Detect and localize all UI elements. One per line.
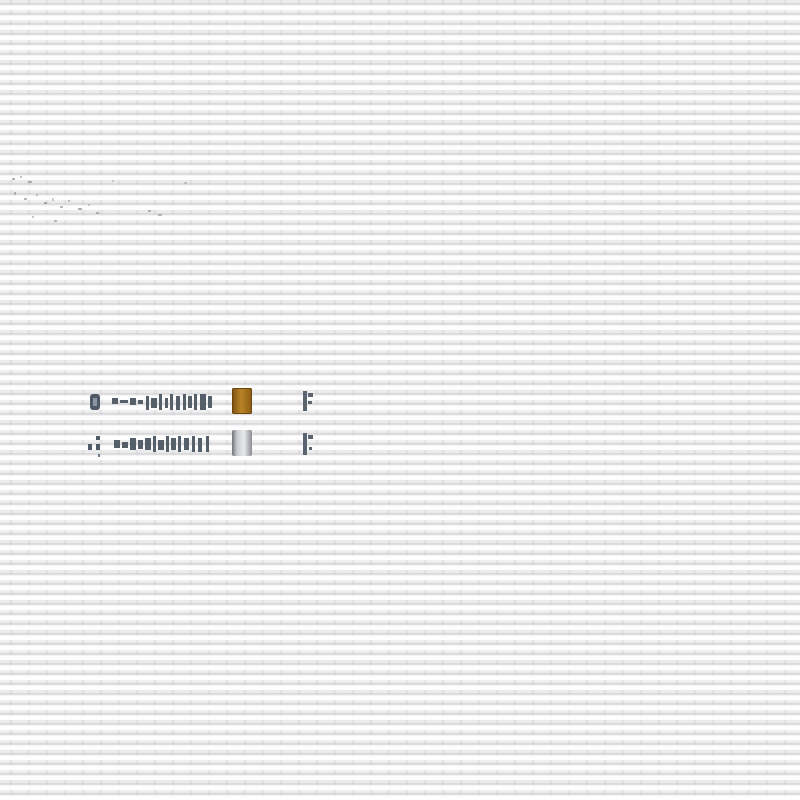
color-swatch-icon[interactable] [232, 388, 252, 414]
dot-marker-icon [84, 428, 106, 458]
dot-marker-icon [84, 386, 106, 416]
list-item[interactable] [84, 424, 316, 462]
small-mark-icon [303, 391, 313, 411]
entry-list [84, 382, 316, 462]
illegible-glyphs-icon [114, 436, 209, 452]
small-mark-icon [303, 433, 313, 455]
list-item[interactable] [84, 382, 316, 420]
noise-speckle-icon [12, 176, 187, 222]
color-swatch-icon[interactable] [232, 430, 252, 456]
illegible-glyphs-icon [112, 394, 212, 410]
